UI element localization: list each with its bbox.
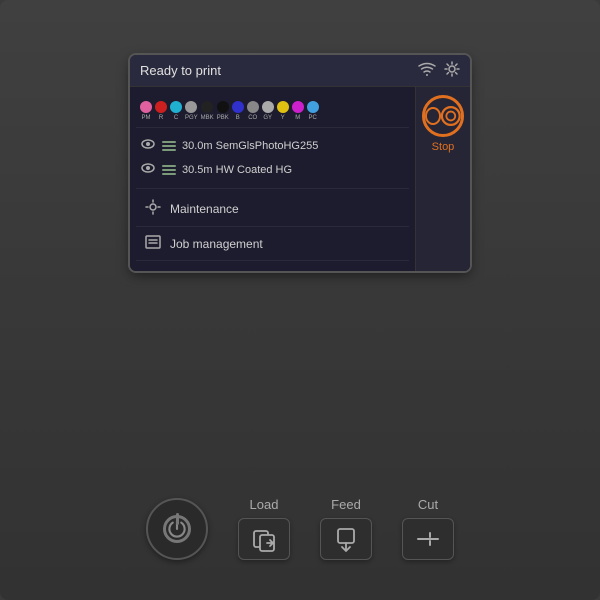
ink-circle [292, 101, 304, 113]
ink-circle [140, 101, 152, 113]
menu-item-label: Job management [170, 237, 263, 251]
ink-circle [247, 101, 259, 113]
ink-item-b: B [232, 101, 244, 121]
paper-info-text: 30.5m HW Coated HG [182, 164, 292, 176]
paper-bar [162, 165, 176, 167]
paper-row-1: 30.5m HW Coated HG [140, 158, 405, 182]
ink-circle [307, 101, 319, 113]
ink-label: R [159, 115, 163, 121]
ink-circle [277, 101, 289, 113]
ink-label: CO [248, 115, 257, 121]
ink-label: PGY [185, 115, 198, 121]
menu-item-maintenance[interactable]: Maintenance [136, 191, 409, 227]
ink-item-c: C [170, 101, 182, 121]
ink-label: PM [142, 115, 151, 121]
bottom-controls: Load Feed Cut [0, 497, 600, 560]
ink-label: M [295, 115, 300, 121]
ink-circle [155, 101, 167, 113]
stop-label: Stop [432, 141, 455, 153]
status-icons [418, 61, 460, 80]
paper-section: 30.0m SemGlsPhotoHG255 30.5m HW Coated H… [136, 128, 409, 189]
ink-item-mbk: MBK [201, 101, 214, 121]
load-button[interactable] [238, 518, 290, 560]
cut-group: Cut [402, 497, 454, 560]
cut-label: Cut [418, 497, 438, 512]
paper-eye-icon [140, 161, 156, 179]
brightness-icon [444, 61, 460, 80]
paper-bar [162, 173, 176, 175]
feed-label: Feed [331, 497, 361, 512]
ink-row: PM R C PGYMBKPBK B CO GY Y M PC [136, 95, 409, 128]
ink-circle [185, 101, 197, 113]
printer-body: Ready to print [0, 0, 600, 600]
ink-item-pgy: PGY [185, 101, 198, 121]
ink-item-y: Y [277, 101, 289, 121]
ink-item-co: CO [247, 101, 259, 121]
ink-item-pm: PM [140, 101, 152, 121]
paper-bar [162, 141, 176, 143]
ink-item-pbk: PBK [217, 101, 229, 121]
paper-bars [162, 141, 176, 151]
ink-item-m: M [292, 101, 304, 121]
power-button[interactable] [146, 498, 208, 560]
paper-info-text: 30.0m SemGlsPhotoHG255 [182, 140, 318, 152]
menu-item-label: Maintenance [170, 202, 239, 216]
ink-circle [217, 101, 229, 113]
ink-item-pc: PC [307, 101, 319, 121]
paper-bars [162, 165, 176, 175]
screen-panel: Ready to print [130, 55, 470, 271]
paper-row-0: 30.0m SemGlsPhotoHG255 [140, 134, 405, 158]
ink-circle [170, 101, 182, 113]
ink-label: B [236, 115, 240, 121]
paper-bar [162, 169, 176, 171]
feed-group: Feed [320, 497, 372, 560]
cut-button[interactable] [402, 518, 454, 560]
load-label: Load [250, 497, 279, 512]
ink-label: C [174, 115, 178, 121]
ink-item-r: R [155, 101, 167, 121]
load-group: Load [238, 497, 290, 560]
screen-content: PM R C PGYMBKPBK B CO GY Y M PC 30.0m SemGlsPhoto… [130, 87, 470, 271]
job-management-icon [144, 235, 162, 252]
paper-bar [162, 145, 176, 147]
ink-circle [201, 101, 213, 113]
screen-main: PM R C PGYMBKPBK B CO GY Y M PC 30.0m SemGlsPhoto… [130, 87, 415, 271]
paper-eye-icon [140, 137, 156, 155]
power-icon [163, 515, 191, 543]
feed-button[interactable] [320, 518, 372, 560]
ink-label: MBK [201, 115, 214, 121]
menu-section: Maintenance Job management [136, 189, 409, 263]
wifi-icon [418, 62, 436, 79]
paper-bar [162, 149, 176, 151]
status-bar: Ready to print [130, 55, 470, 87]
ink-label: GY [263, 115, 272, 121]
maintenance-icon [144, 199, 162, 218]
status-text: Ready to print [140, 63, 221, 78]
ink-label: PBK [217, 115, 229, 121]
ink-label: Y [281, 115, 285, 121]
menu-item-job-management[interactable]: Job management [136, 227, 409, 261]
stop-button[interactable] [422, 95, 464, 137]
stop-panel: Stop [415, 87, 470, 271]
ink-circle [262, 101, 274, 113]
ink-label: PC [309, 115, 317, 121]
ink-circle [232, 101, 244, 113]
ink-item-gy: GY [262, 101, 274, 121]
